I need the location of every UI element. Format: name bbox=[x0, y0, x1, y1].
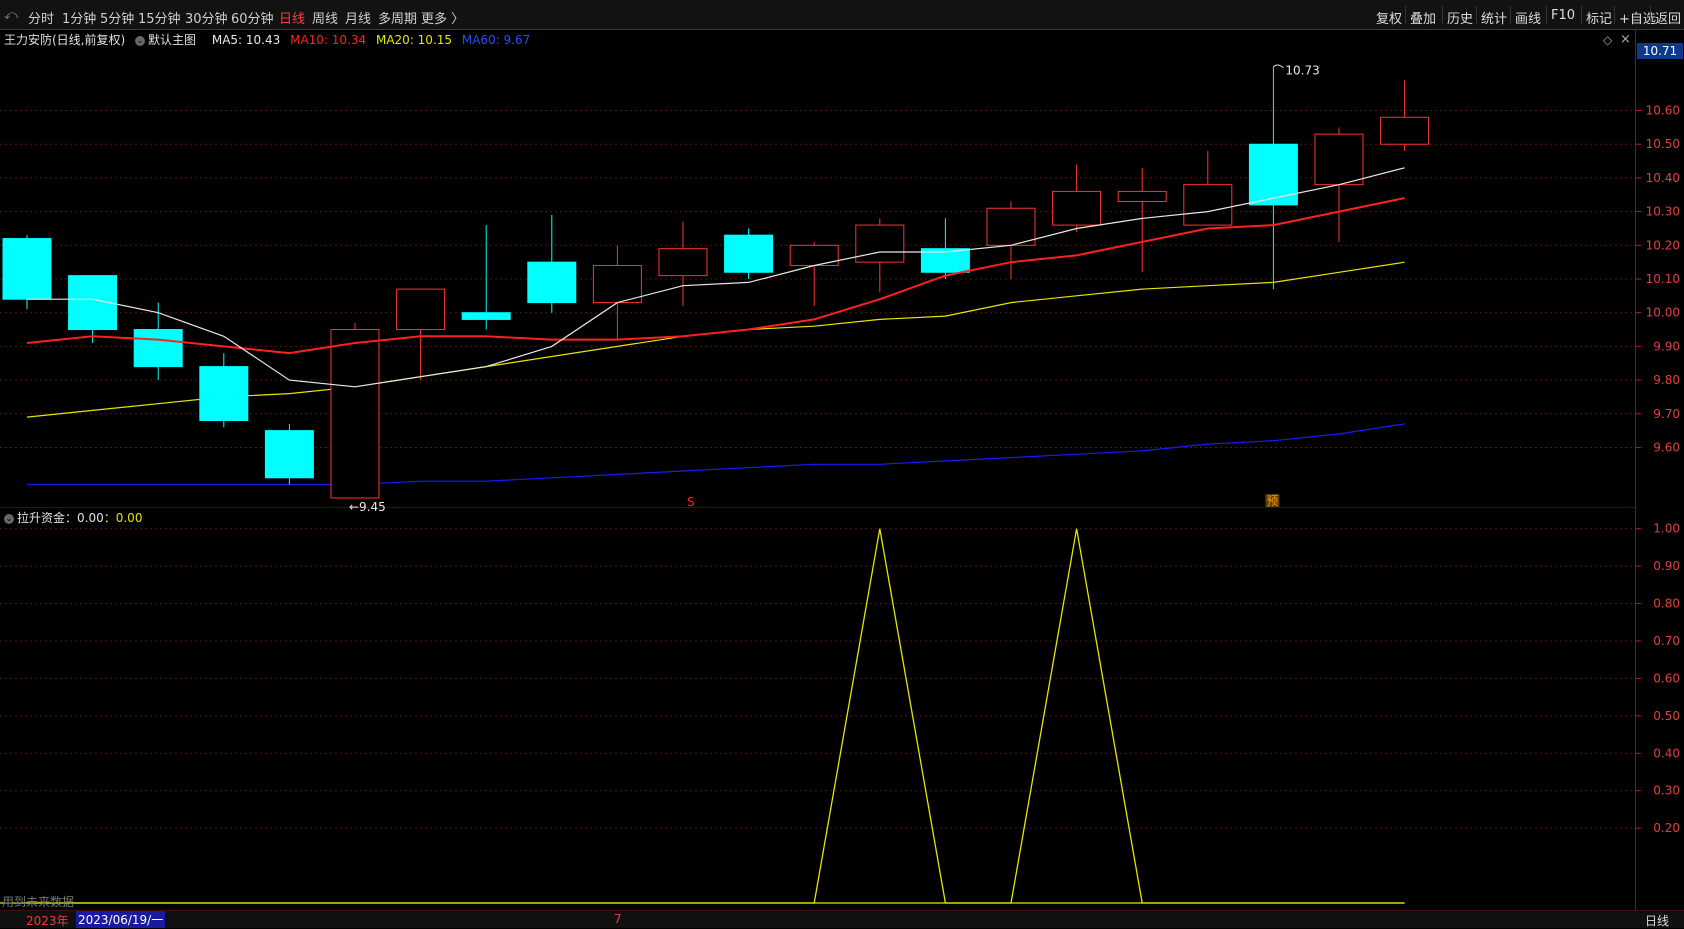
ma60-line bbox=[27, 423, 1405, 486]
high-marker-arrow bbox=[1273, 64, 1284, 69]
month-mark: 7 bbox=[614, 912, 622, 926]
indicator-tick-label: 0.80 bbox=[1653, 597, 1680, 611]
price-tick-label: 9.80 bbox=[1653, 373, 1680, 387]
time-axis-bar: 2023年 2023/06/19/一 7 日线 bbox=[0, 910, 1684, 928]
price-tick-label: 10.20 bbox=[1646, 238, 1680, 252]
price-tick-label: 10.10 bbox=[1646, 272, 1680, 286]
pre-event-marker: 预 bbox=[1266, 494, 1278, 508]
candle-down bbox=[527, 261, 577, 304]
candle-down bbox=[199, 366, 249, 422]
candle-down bbox=[724, 234, 774, 273]
candle-down bbox=[133, 329, 183, 368]
candle-up bbox=[1117, 190, 1167, 203]
indicator-tick-label: 0.30 bbox=[1653, 784, 1680, 798]
indicator-tick-label: 1.00 bbox=[1653, 522, 1680, 536]
indicator-tick-label: 0.40 bbox=[1653, 746, 1680, 760]
price-tick-label: 10.50 bbox=[1646, 137, 1680, 151]
price-tick-label: 10.00 bbox=[1646, 306, 1680, 320]
candle-up bbox=[592, 265, 642, 304]
year-label: 2023年 bbox=[26, 914, 69, 928]
candle-down bbox=[1248, 143, 1298, 206]
candle-down bbox=[2, 238, 52, 300]
price-tick-label: 10.40 bbox=[1646, 171, 1680, 185]
candle-up bbox=[396, 288, 446, 331]
price-tick-label: 10.30 bbox=[1646, 205, 1680, 219]
candle-up bbox=[1380, 116, 1430, 145]
candle-up bbox=[1314, 133, 1364, 186]
price-tick-label: 9.90 bbox=[1653, 339, 1680, 353]
indicator-tick-label: 0.50 bbox=[1653, 709, 1680, 723]
kline-chart[interactable]: 10.60 10.50 10.40 10.30 10.20 10.10 10.00 9.90 9… bbox=[0, 0, 1684, 927]
indicator-tick-label: 0.70 bbox=[1653, 634, 1680, 648]
price-tick-label: 10.60 bbox=[1646, 104, 1680, 118]
price-tick-label: 9.60 bbox=[1653, 440, 1680, 454]
candle-up bbox=[1183, 184, 1233, 226]
candle-down bbox=[264, 430, 314, 479]
period-label: 日线 bbox=[1645, 914, 1670, 928]
indicator-tick-label: 0.20 bbox=[1653, 821, 1680, 835]
cursor-date: 2023/06/19/一 bbox=[76, 911, 166, 928]
price-tick-label: 9.70 bbox=[1653, 407, 1680, 421]
s-event-marker: S bbox=[687, 495, 695, 509]
future-data-note: 用到未来数据 bbox=[2, 895, 75, 909]
indicator-tick-label: 0.90 bbox=[1653, 559, 1680, 573]
candle-up bbox=[1052, 190, 1102, 226]
candle-up bbox=[855, 224, 905, 263]
high-price-marker: 10.73 bbox=[1285, 64, 1319, 78]
candle-up bbox=[658, 248, 708, 277]
candle-up bbox=[986, 207, 1036, 246]
low-price-marker: ←9.45 bbox=[349, 500, 386, 514]
indicator-tick-label: 0.60 bbox=[1653, 671, 1680, 685]
candle-up bbox=[330, 329, 380, 499]
candle-down bbox=[461, 312, 511, 320]
